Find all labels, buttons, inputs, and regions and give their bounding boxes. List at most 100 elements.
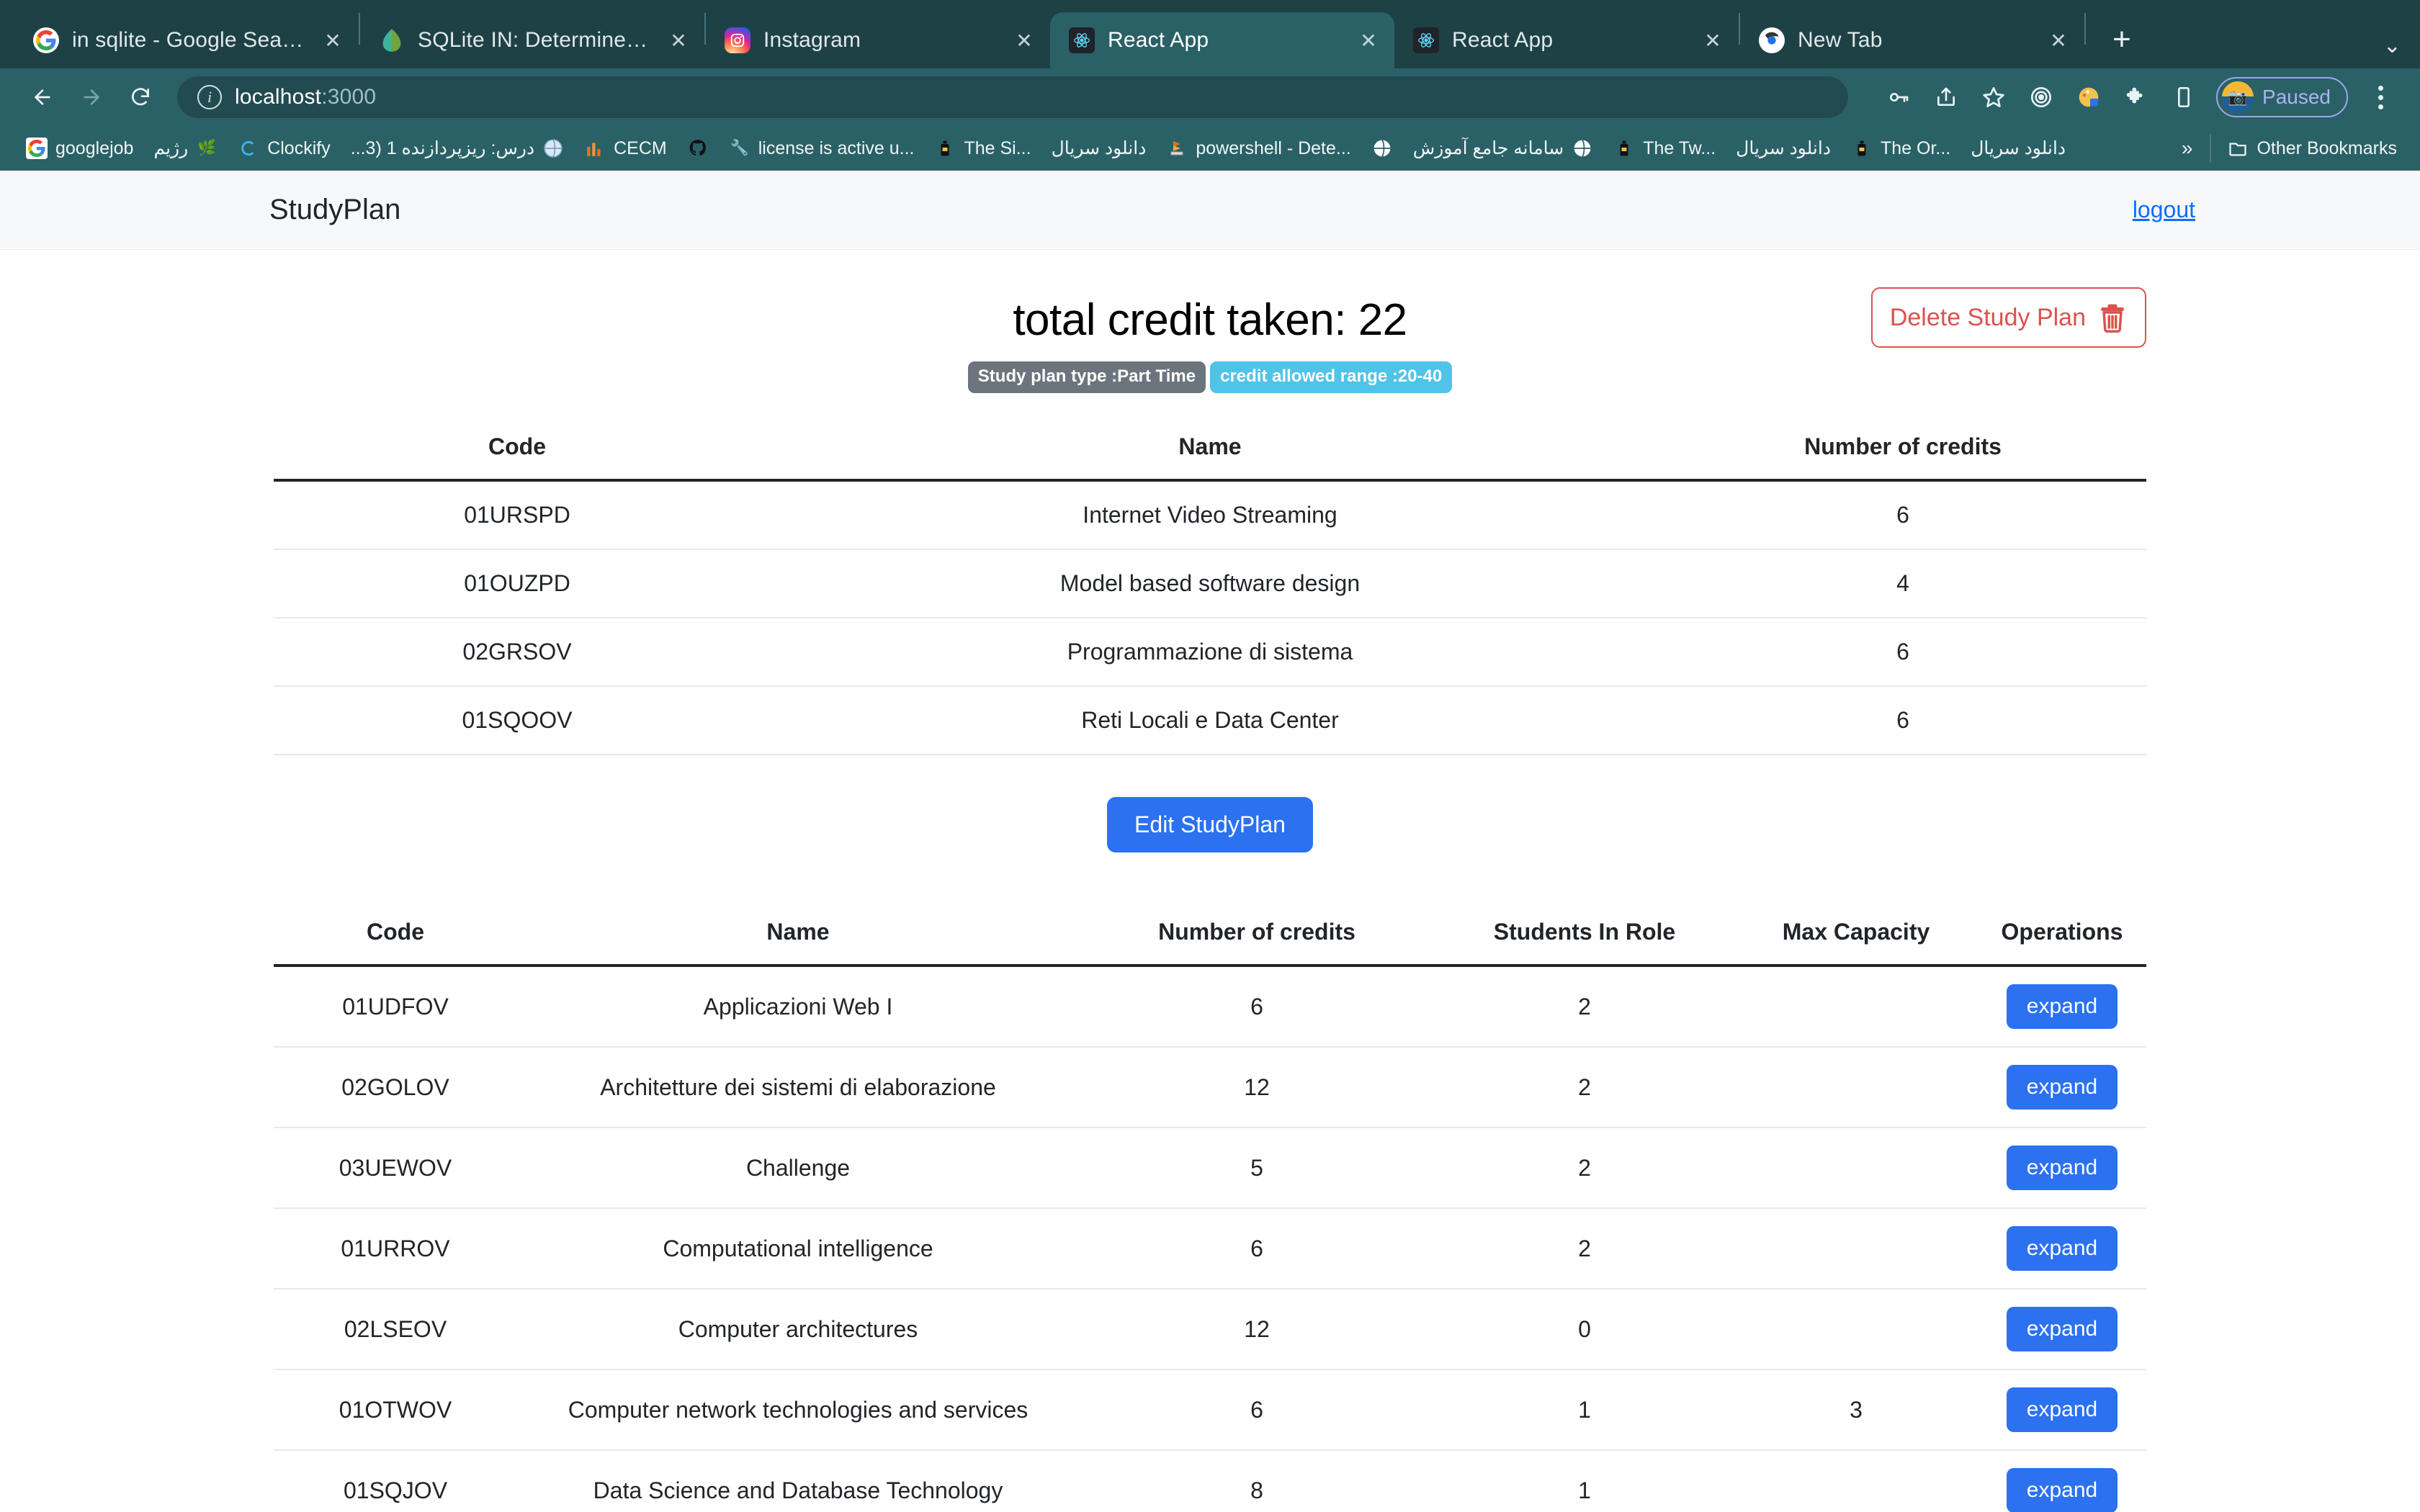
delete-study-plan-label: Delete Study Plan [1890, 304, 2086, 332]
table-row: 01OTWOV Computer network technologies an… [274, 1369, 2146, 1450]
bookmark-globe-1[interactable] [1363, 131, 1402, 166]
cell-name: Computational intelligence [517, 1208, 1079, 1289]
cell-credits: 12 [1079, 1289, 1435, 1369]
url-text: localhost:3000 [235, 85, 376, 109]
other-bookmarks-folder[interactable]: Other Bookmarks [2218, 131, 2406, 166]
browser-tab-5[interactable]: New Tab ✕ [1740, 12, 2084, 68]
close-icon[interactable]: ✕ [2044, 26, 2073, 55]
browser-tab-4[interactable]: React App ✕ [1394, 12, 1739, 68]
profile-paused-button[interactable]: 📷 Paused [2216, 77, 2348, 117]
cell-operations: expand [1978, 966, 2146, 1047]
tablet-icon[interactable] [2163, 76, 2205, 118]
close-icon[interactable]: ✕ [664, 26, 693, 55]
globe-icon [1572, 138, 1593, 159]
bookmark-the-si[interactable]: The Si... [926, 131, 1039, 166]
expand-button[interactable]: expand [2007, 984, 2118, 1029]
cell-students-in-role: 2 [1435, 1047, 1734, 1128]
bookmark-download-serial-2[interactable]: دانلود سریال [1727, 131, 1839, 166]
bookmark-label: googlejob [55, 138, 133, 159]
study-plan-table-body: 01URSPD Internet Video Streaming 6 01OUZ… [274, 480, 2146, 755]
table-header-row: Code Name Number of credits Students In … [274, 904, 2146, 966]
bookmark-dars-rizpardazande[interactable]: درس: ریزپردازنده 1 (3... [342, 131, 573, 166]
browser-tab-3-active[interactable]: React App ✕ [1050, 12, 1394, 68]
bookmark-the-or[interactable]: The Or... [1842, 131, 1959, 166]
expand-button[interactable]: expand [2007, 1226, 2118, 1271]
bookmarks-overflow-icon[interactable]: » [2172, 137, 2203, 160]
close-icon[interactable]: ✕ [318, 26, 347, 55]
edit-study-plan-button[interactable]: Edit StudyPlan [1107, 797, 1313, 852]
clockify-icon [238, 138, 259, 159]
column-header-max-capacity: Max Capacity [1734, 904, 1978, 966]
close-icon[interactable]: ✕ [1698, 26, 1727, 55]
bookmark-label: رژیم [153, 138, 188, 159]
react-icon [1413, 27, 1439, 53]
reload-icon[interactable] [118, 75, 163, 120]
bottle-icon [934, 138, 956, 159]
puzzle-icon[interactable] [2115, 76, 2157, 118]
share-icon[interactable] [1925, 76, 1967, 118]
address-bar[interactable]: i localhost:3000 [177, 76, 1848, 118]
bookmark-cecm[interactable]: CECM [575, 131, 676, 166]
delete-study-plan-button[interactable]: Delete Study Plan [1871, 287, 2146, 348]
bookmark-powershell[interactable]: powershell - Dete... [1157, 131, 1359, 166]
key-icon[interactable] [1878, 76, 1919, 118]
palette-icon[interactable] [2068, 76, 2110, 118]
expand-button[interactable]: expand [2007, 1387, 2118, 1432]
bookmarks-divider [2210, 134, 2211, 163]
expand-button[interactable]: expand [2007, 1146, 2118, 1190]
bookmark-samane-amoozesh[interactable]: سامانه جامع آموزش [1404, 131, 1602, 166]
cell-code: 01URROV [274, 1208, 517, 1289]
tab-title: React App [1452, 28, 1685, 53]
close-icon[interactable]: ✕ [1354, 26, 1383, 55]
github-icon [687, 138, 709, 159]
cell-credits: 6 [1079, 1369, 1435, 1450]
cell-credits: 8 [1079, 1450, 1435, 1512]
cell-name: Architetture dei sistemi di elaborazione [517, 1047, 1079, 1128]
url-host: localhost [235, 85, 321, 109]
forward-arrow-icon[interactable] [69, 75, 114, 120]
cell-students-in-role: 1 [1435, 1450, 1734, 1512]
new-tab-button[interactable]: + [2100, 18, 2143, 61]
table-row: 01SQOOV Reti Locali e Data Center 6 [274, 686, 2146, 755]
back-arrow-icon[interactable] [20, 75, 65, 120]
table-row: 02GRSOV Programmazione di sistema 6 [274, 618, 2146, 686]
logout-link[interactable]: logout [2133, 197, 2195, 223]
bookmark-github[interactable] [678, 131, 717, 166]
bookmark-download-serial-1[interactable]: دانلود سریال [1043, 131, 1155, 166]
bookmark-clockify[interactable]: Clockify [229, 131, 339, 166]
tab-strip: in sqlite - Google Search ✕ SQLite IN: D… [0, 0, 2420, 68]
browser-tab-0[interactable]: in sqlite - Google Search ✕ [14, 12, 359, 68]
chevron-down-icon[interactable]: ⌄ [2383, 33, 2401, 58]
info-icon[interactable]: i [197, 85, 222, 109]
expand-button[interactable]: expand [2007, 1468, 2118, 1512]
browser-tab-2[interactable]: Instagram ✕ [706, 12, 1050, 68]
browser-toolbar: i localhost:3000 [0, 68, 2420, 126]
bookmark-regime[interactable]: 🌿 رژیم [145, 131, 226, 166]
column-header-name: Name [517, 904, 1079, 966]
cell-max-capacity: 3 [1734, 1369, 1978, 1450]
badge-group: Study plan type :Part Time credit allowe… [274, 361, 2146, 393]
cell-students-in-role: 2 [1435, 966, 1734, 1047]
cell-max-capacity [1734, 1289, 1978, 1369]
browser-tab-1[interactable]: SQLite IN: Determine a Value M ✕ [360, 12, 704, 68]
star-icon[interactable] [1973, 76, 2015, 118]
column-header-credits: Number of credits [1659, 419, 2146, 480]
study-plan-table: Code Name Number of credits 01URSPD Inte… [274, 419, 2146, 755]
column-header-code: Code [274, 904, 517, 966]
browser-window: in sqlite - Google Search ✕ SQLite IN: D… [0, 0, 2420, 1512]
column-header-students-in-role: Students In Role [1435, 904, 1734, 966]
kebab-menu-icon[interactable] [2361, 78, 2400, 117]
target-icon[interactable] [2020, 76, 2062, 118]
close-icon[interactable]: ✕ [1010, 26, 1039, 55]
cell-credits: 6 [1079, 1208, 1435, 1289]
bookmark-download-serial-3[interactable]: دانلود سریال [1962, 131, 2074, 166]
bookmark-googlejob[interactable]: googlejob [17, 131, 142, 166]
bookmark-license-active[interactable]: 🔧 license is active u... [720, 131, 923, 166]
expand-button[interactable]: expand [2007, 1307, 2118, 1351]
react-icon [1069, 27, 1095, 53]
bookmark-the-tw[interactable]: The Tw... [1605, 131, 1724, 166]
study-plan-summary: total credit taken: 22 Study plan type :… [274, 250, 2146, 393]
cell-code: 03UEWOV [274, 1128, 517, 1208]
expand-button[interactable]: expand [2007, 1065, 2118, 1110]
cell-code: 02GRSOV [274, 618, 761, 686]
